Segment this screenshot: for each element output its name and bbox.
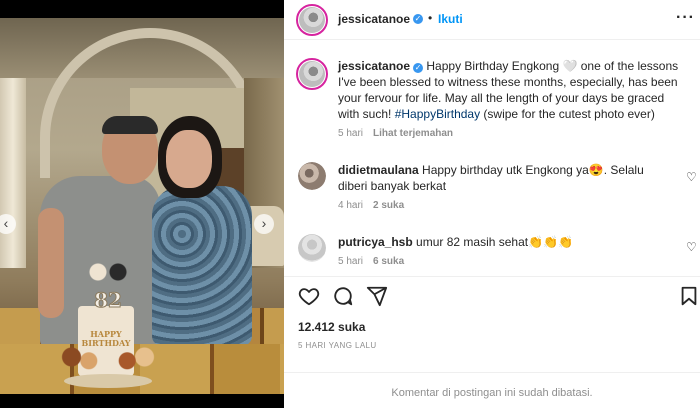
comment-text: putricya_hsb umur 82 masih sehat👏👏👏: [338, 234, 668, 250]
photo-cake: 82 HAPPY BIRTHDAY: [60, 260, 156, 394]
caption-meta: 5 hari Lihat terjemahan: [338, 128, 453, 139]
caption-time: 5 hari: [338, 128, 364, 139]
comment-body: umur 82 masih sehat👏👏👏: [416, 235, 573, 249]
like-heart-icon[interactable]: [298, 285, 320, 307]
share-send-icon[interactable]: [366, 285, 388, 307]
caption-hashtag[interactable]: #HappyBirthday: [395, 107, 480, 121]
commenter-avatar[interactable]: [298, 234, 326, 262]
comments-disabled-footer: Komentar di postingan ini sudah dibatasi…: [284, 372, 700, 408]
commenter-avatar[interactable]: [298, 162, 326, 190]
comment-time: 4 hari: [338, 200, 364, 211]
photo-pillar-left: [0, 78, 26, 268]
author-username[interactable]: jessicatanoe: [338, 12, 410, 26]
comment-time: 5 hari: [338, 256, 364, 267]
comment-bubble-icon[interactable]: [332, 285, 354, 307]
caption-body-end: (swipe for the cutest photo ever): [480, 107, 655, 121]
author-avatar[interactable]: [296, 4, 328, 36]
cake-number: 82: [94, 288, 123, 313]
verified-badge-icon: ✓: [413, 14, 423, 24]
comment-like-heart-icon[interactable]: ♡: [686, 170, 697, 184]
post-time-ago: 5 HARI YANG LALU: [298, 341, 377, 350]
post-photo[interactable]: 82 HAPPY BIRTHDAY ‹ ›: [0, 18, 284, 394]
caption-verified-badge-icon: ✓: [413, 63, 424, 73]
photo-person-woman: [152, 116, 254, 346]
comment-likes[interactable]: 2 suka: [373, 200, 404, 211]
comment-like-heart-icon[interactable]: ♡: [686, 240, 697, 254]
post-actions-bar: [284, 276, 700, 312]
save-bookmark-icon[interactable]: [678, 285, 700, 307]
more-options-icon[interactable]: ···: [676, 9, 695, 27]
comment-text: didietmaulana Happy birthday utk Engkong…: [338, 162, 668, 194]
comment-meta: 5 hari 6 suka: [338, 256, 404, 267]
caption-author-avatar[interactable]: [296, 58, 328, 90]
header-separator: •: [428, 11, 433, 25]
caption-text: jessicatanoe ✓ Happy Birthday Engkong 🤍 o…: [338, 58, 684, 122]
comment-likes[interactable]: 6 suka: [373, 256, 404, 267]
follow-button[interactable]: Ikuti: [438, 12, 463, 26]
commenter-username[interactable]: putricya_hsb: [338, 235, 413, 249]
post-side-panel: jessicatanoe ✓ • Ikuti ··· jessicatanoe ✓…: [284, 0, 700, 408]
post-media-pane: 82 HAPPY BIRTHDAY ‹ ›: [0, 0, 284, 408]
commenter-username[interactable]: didietmaulana: [338, 163, 419, 177]
caption-username[interactable]: jessicatanoe: [338, 59, 410, 73]
next-photo-button[interactable]: ›: [254, 214, 274, 234]
comments-disabled-text: Komentar di postingan ini sudah dibatasi…: [391, 387, 593, 399]
like-count[interactable]: 12.412 suka: [298, 320, 365, 334]
see-translation-link[interactable]: Lihat terjemahan: [373, 128, 453, 139]
post-header: jessicatanoe ✓ • Ikuti ···: [284, 0, 700, 40]
comment-meta: 4 hari 2 suka: [338, 200, 404, 211]
